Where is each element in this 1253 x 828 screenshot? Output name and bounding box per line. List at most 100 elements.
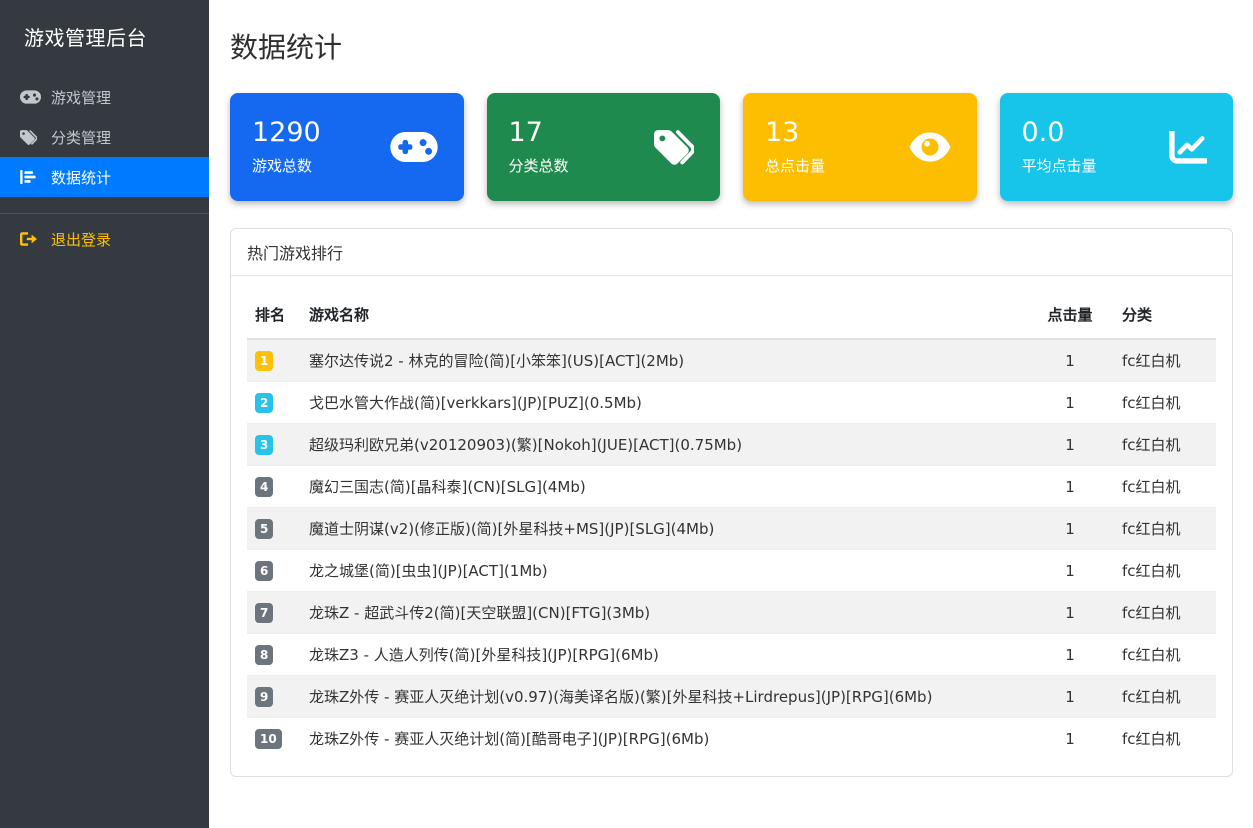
- rank-badge: 6: [255, 560, 274, 581]
- rank-cell: 6: [247, 549, 301, 592]
- chart-line-icon: [1169, 130, 1207, 164]
- game-name: 龙珠Z外传 - 赛亚人灭绝计划(简)[酷哥电子](JP)[RPG](6Mb): [301, 717, 1026, 759]
- sign-out-icon: [20, 232, 42, 246]
- category-value: fc红白机: [1114, 633, 1216, 676]
- table-row: 5 魔道士阴谋(v2)(修正版)(简)[外星科技+MS](JP)[SLG](4M…: [247, 507, 1216, 550]
- stat-value: 13: [765, 117, 800, 149]
- sidebar-divider: [0, 213, 209, 214]
- panel-title: 热门游戏排行: [231, 229, 1232, 276]
- rank-cell: 8: [247, 633, 301, 676]
- rank-cell: 5: [247, 507, 301, 550]
- rank-badge: 8: [255, 644, 274, 665]
- rank-badge: 7: [255, 602, 274, 623]
- gamepad-icon: [20, 90, 42, 104]
- ranking-table-body: 1 塞尔达传说2 - 林克的冒险(简)[小笨笨](US)[ACT](2Mb) 1…: [247, 338, 1216, 759]
- table-row: 2 戈巴水管大作战(简)[verkkars](JP)[PUZ](0.5Mb) 1…: [247, 381, 1216, 424]
- category-value: fc红白机: [1114, 717, 1216, 759]
- clicks-value: 1: [1026, 465, 1114, 508]
- rank-badge: 5: [255, 518, 274, 539]
- chart-bar-icon: [20, 170, 42, 184]
- table-header-row: 排名 游戏名称 点击量 分类: [247, 291, 1216, 340]
- stat-card-total-categories: 17 分类总数: [486, 93, 720, 201]
- clicks-value: 1: [1026, 633, 1114, 676]
- col-header-category: 分类: [1114, 291, 1216, 340]
- clicks-value: 1: [1026, 675, 1114, 718]
- category-value: fc红白机: [1114, 507, 1216, 550]
- tags-icon: [654, 129, 694, 165]
- clicks-value: 1: [1026, 338, 1114, 382]
- category-value: fc红白机: [1114, 591, 1216, 634]
- app-layout: 游戏管理后台 游戏管理 分类管理 数据统计 退出登录 数据统计 1290 游戏总…: [0, 0, 1253, 828]
- rank-cell: 7: [247, 591, 301, 634]
- col-header-rank: 排名: [247, 291, 301, 340]
- game-name: 戈巴水管大作战(简)[verkkars](JP)[PUZ](0.5Mb): [301, 381, 1026, 424]
- game-name: 魔幻三国志(简)[晶科泰](CN)[SLG](4Mb): [301, 465, 1026, 508]
- ranking-panel: 热门游戏排行 排名 游戏名称 点击量 分类 1 塞尔达传说2 - 林克的冒险(简…: [230, 228, 1233, 777]
- rank-cell: 1: [247, 338, 301, 382]
- tags-icon: [20, 129, 42, 145]
- rank-cell: 2: [247, 381, 301, 424]
- sidebar-item-label: 游戏管理: [51, 88, 112, 107]
- table-row: 10 龙珠Z外传 - 赛亚人灭绝计划(简)[酷哥电子](JP)[RPG](6Mb…: [247, 717, 1216, 759]
- rank-cell: 4: [247, 465, 301, 508]
- rank-badge: 1: [255, 350, 274, 371]
- stat-label: 平均点击量: [1021, 156, 1097, 175]
- logout-label: 退出登录: [51, 230, 112, 249]
- table-row: 8 龙珠Z3 - 人造人列传(简)[外星科技](JP)[RPG](6Mb) 1 …: [247, 633, 1216, 676]
- table-row: 1 塞尔达传说2 - 林克的冒险(简)[小笨笨](US)[ACT](2Mb) 1…: [247, 338, 1216, 382]
- stat-cards: 1290 游戏总数 17 分类总数 13 总点击量 0.0 平均点击量: [230, 93, 1233, 201]
- game-name: 魔道士阴谋(v2)(修正版)(简)[外星科技+MS](JP)[SLG](4Mb): [301, 507, 1026, 550]
- stat-card-text: 0.0 平均点击量: [1022, 118, 1097, 176]
- rank-cell: 3: [247, 423, 301, 466]
- stat-card-average-clicks: 0.0 平均点击量: [999, 93, 1233, 201]
- gamepad-icon: [389, 132, 438, 162]
- sidebar-nav: 游戏管理 分类管理 数据统计 退出登录: [0, 77, 209, 259]
- stat-value: 0.0: [1021, 117, 1065, 149]
- game-name: 龙之城堡(简)[虫虫](JP)[ACT](1Mb): [301, 549, 1026, 592]
- main-content: 数据统计 1290 游戏总数 17 分类总数 13 总点击量 0.0 平均点击量…: [209, 0, 1253, 828]
- stat-card-text: 13 总点击量: [765, 118, 825, 176]
- clicks-value: 1: [1026, 549, 1114, 592]
- stat-card-total-clicks: 13 总点击量: [743, 93, 977, 201]
- table-row: 9 龙珠Z外传 - 赛亚人灭绝计划(v0.97)(海美译名版)(繁)[外星科技+…: [247, 675, 1216, 718]
- stat-value: 17: [508, 117, 543, 149]
- category-value: fc红白机: [1114, 465, 1216, 508]
- rank-badge: 10: [255, 728, 282, 749]
- sidebar-item-stats[interactable]: 数据统计: [0, 157, 209, 197]
- rank-cell: 9: [247, 675, 301, 718]
- game-name: 龙珠Z外传 - 赛亚人灭绝计划(v0.97)(海美译名版)(繁)[外星科技+Li…: [301, 675, 1026, 718]
- rank-cell: 10: [247, 717, 301, 759]
- table-row: 3 超级玛利欧兄弟(v20120903)(繁)[Nokoh](JUE)[ACT]…: [247, 423, 1216, 466]
- rank-badge: 2: [255, 392, 274, 413]
- game-name: 龙珠Z3 - 人造人列传(简)[外星科技](JP)[RPG](6Mb): [301, 633, 1026, 676]
- clicks-value: 1: [1026, 717, 1114, 759]
- app-title: 游戏管理后台: [24, 26, 147, 50]
- sidebar: 游戏管理后台 游戏管理 分类管理 数据统计 退出登录: [0, 0, 209, 828]
- sidebar-item-games[interactable]: 游戏管理: [0, 77, 209, 117]
- stat-label: 总点击量: [765, 156, 826, 175]
- clicks-value: 1: [1026, 423, 1114, 466]
- table-row: 7 龙珠Z - 超武斗传2(简)[天空联盟](CN)[FTG](3Mb) 1 f…: [247, 591, 1216, 634]
- clicks-value: 1: [1026, 507, 1114, 550]
- stat-label: 分类总数: [508, 156, 569, 175]
- sidebar-item-logout[interactable]: 退出登录: [0, 219, 209, 259]
- eye-icon: [909, 132, 951, 162]
- table-row: 4 魔幻三国志(简)[晶科泰](CN)[SLG](4Mb) 1 fc红白机: [247, 465, 1216, 508]
- stat-value: 1290: [252, 117, 321, 149]
- col-header-name: 游戏名称: [301, 291, 1026, 340]
- stat-card-text: 1290 游戏总数: [252, 118, 321, 176]
- category-value: fc红白机: [1114, 549, 1216, 592]
- sidebar-item-label: 数据统计: [51, 168, 112, 187]
- table-row: 6 龙之城堡(简)[虫虫](JP)[ACT](1Mb) 1 fc红白机: [247, 549, 1216, 592]
- sidebar-item-categories[interactable]: 分类管理: [0, 117, 209, 157]
- game-name: 超级玛利欧兄弟(v20120903)(繁)[Nokoh](JUE)[ACT](0…: [301, 423, 1026, 466]
- sidebar-item-label: 分类管理: [51, 128, 112, 147]
- clicks-value: 1: [1026, 591, 1114, 634]
- category-value: fc红白机: [1114, 338, 1216, 382]
- ranking-table: 排名 游戏名称 点击量 分类 1 塞尔达传说2 - 林克的冒险(简)[小笨笨](…: [247, 291, 1216, 759]
- game-name: 龙珠Z - 超武斗传2(简)[天空联盟](CN)[FTG](3Mb): [301, 591, 1026, 634]
- rank-badge: 9: [255, 686, 274, 707]
- rank-badge: 4: [255, 476, 274, 497]
- category-value: fc红白机: [1114, 675, 1216, 718]
- game-name: 塞尔达传说2 - 林克的冒险(简)[小笨笨](US)[ACT](2Mb): [301, 338, 1026, 382]
